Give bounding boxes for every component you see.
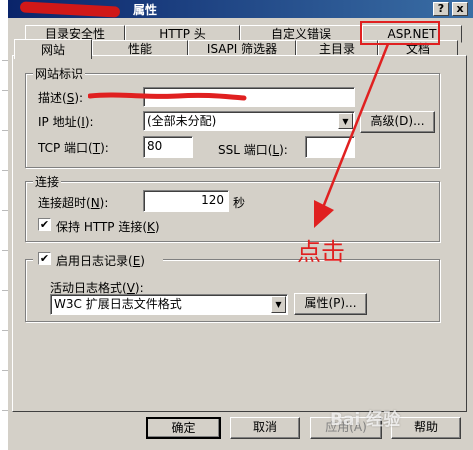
timeout-label: 连接超时(N):	[38, 196, 109, 210]
connection-legend: 连接	[33, 173, 62, 190]
redaction-scribble	[88, 92, 247, 101]
close-button[interactable]: x	[452, 2, 468, 16]
help-button[interactable]: 帮助	[391, 417, 461, 439]
timeout-unit: 秒	[233, 196, 246, 210]
help-title-button[interactable]: ?	[433, 2, 449, 16]
ok-button[interactable]: 确定	[146, 417, 221, 439]
tcp-port-label: TCP 端口(T):	[38, 141, 109, 155]
ip-address-label: IP 地址(I):	[38, 115, 94, 129]
window-title: 属性	[133, 3, 158, 17]
enable-logging-checkbox[interactable]: ✔	[38, 252, 51, 265]
site-identification-legend: 网站标识	[33, 65, 86, 82]
tcp-port-input[interactable]: 80	[143, 136, 193, 158]
cancel-button[interactable]: 取消	[230, 417, 300, 439]
watermark: Bai 经验	[330, 410, 401, 430]
tab-website[interactable]: 网站	[14, 39, 92, 59]
keepalive-label: 保持 HTTP 连接(K)	[56, 220, 160, 234]
timeout-input[interactable]: 120	[143, 190, 229, 212]
keepalive-checkbox[interactable]: ✔	[38, 218, 51, 231]
properties-button[interactable]: 属性(P)...	[294, 293, 367, 315]
log-format-select[interactable]: W3C 扩展日志文件格式	[50, 294, 288, 315]
annotation-arrow	[314, 43, 390, 228]
ssl-port-label: SSL 端口(L):	[218, 143, 288, 157]
description-label: 描述(S):	[38, 91, 84, 105]
chevron-down-icon[interactable]: ▼	[271, 296, 286, 313]
enable-logging-label: 启用日志记录(E)	[56, 254, 145, 268]
click-annotation: 点击	[297, 238, 345, 266]
